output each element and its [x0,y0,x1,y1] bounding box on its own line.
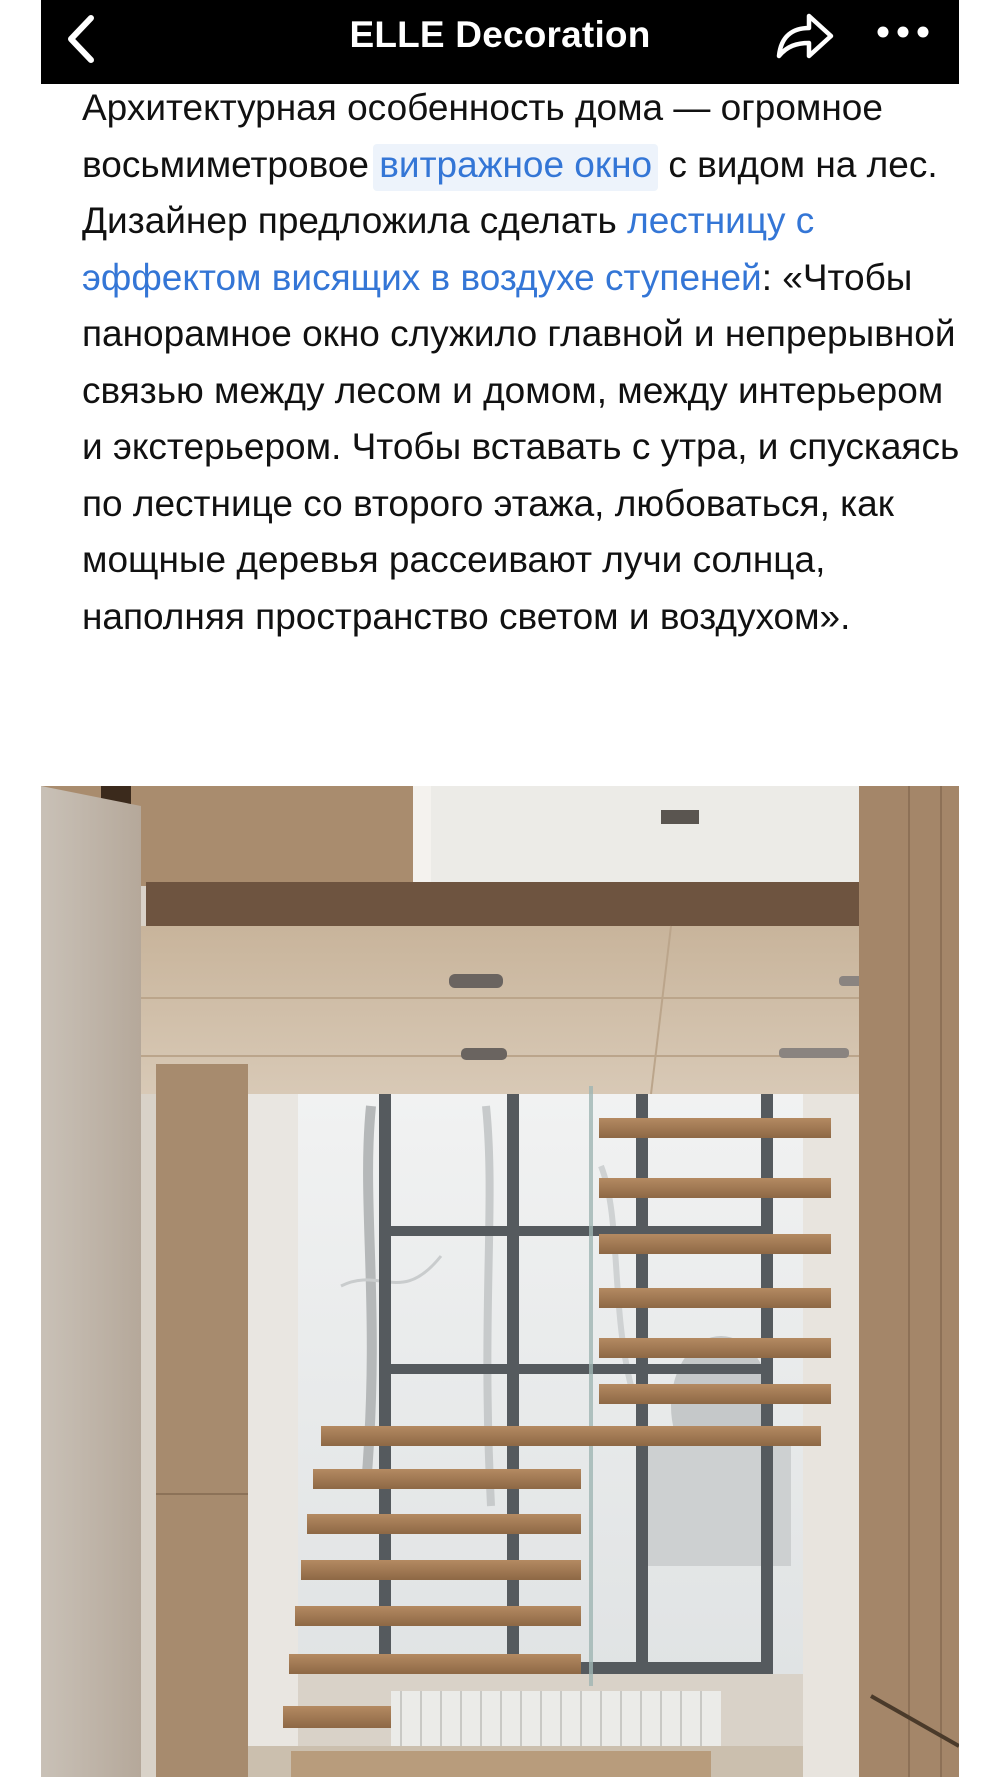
article-photo[interactable] [41,786,959,1777]
ellipsis-icon [877,26,929,38]
right-margin [959,0,1000,1777]
navigation-bar: ELLE Decoration [41,0,959,84]
share-button[interactable] [771,6,837,66]
app-frame: ELLE Decoration Архитектурная особенност… [41,0,959,1777]
article-paragraph: Архитектурная особенность дома — огромно… [82,80,959,645]
link-stained-glass-window[interactable]: витражное окно [373,143,659,191]
more-options-button[interactable] [875,14,931,54]
left-margin [0,0,41,1777]
staircase-photo [41,786,959,1777]
share-arrow-icon [776,13,834,59]
article-body: Архитектурная особенность дома — огромно… [82,80,959,645]
text-segment: : «Чтобы панорамное окно служило главной… [82,256,959,637]
